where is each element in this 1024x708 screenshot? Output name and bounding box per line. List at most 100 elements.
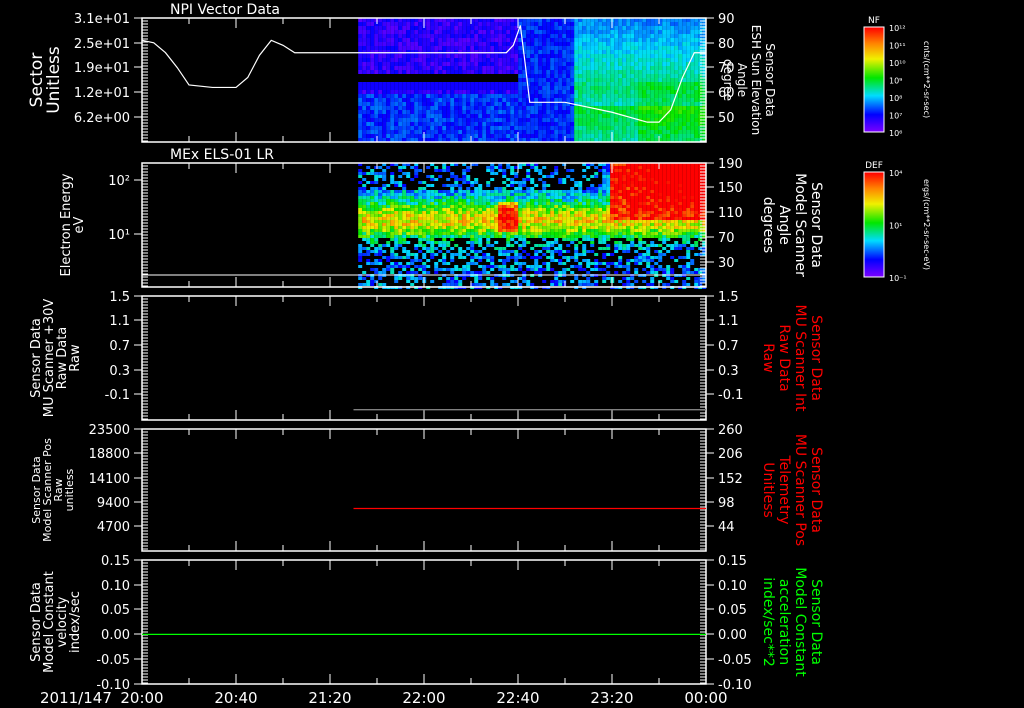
spectrogram-cell: [570, 235, 575, 238]
spectrogram-cell: [630, 94, 635, 98]
spectrogram-cell: [382, 184, 387, 187]
spectrogram-cell: [558, 226, 563, 229]
spectrogram-cell: [678, 54, 683, 58]
spectrogram-cell: [586, 178, 591, 181]
spectrogram-cell: [594, 90, 599, 94]
spectrogram-cell: [390, 54, 395, 58]
spectrogram-cell: [502, 253, 507, 256]
panel-2: 10²10¹1901501107030MEx ELS-01 LRElectron…: [59, 147, 931, 289]
spectrogram-cell: [578, 130, 583, 134]
spectrogram-cell: [446, 54, 451, 58]
spectrogram-cell: [594, 34, 599, 38]
spectrogram-cell: [514, 70, 519, 74]
spectrogram-cell: [618, 181, 623, 184]
spectrogram-cell: [486, 199, 491, 202]
spectrogram-cell: [502, 126, 507, 130]
spectrogram-cell: [490, 102, 495, 106]
spectrogram-cell: [450, 190, 455, 193]
spectrogram-cell: [594, 26, 599, 30]
spectrogram-cell: [586, 283, 591, 286]
spectrogram-cell: [526, 46, 531, 50]
spectrogram-cell: [566, 268, 571, 271]
spectrogram-cell: [470, 86, 475, 90]
spectrogram-cell: [422, 268, 427, 271]
colorbar-band: [864, 57, 884, 58]
colorbar-band: [864, 36, 884, 37]
spectrogram-cell: [430, 90, 435, 94]
spectrogram-cell: [562, 74, 567, 78]
spectrogram-cell: [562, 66, 567, 70]
spectrogram-cell: [674, 102, 679, 106]
spectrogram-cell: [386, 223, 391, 226]
spectrogram-cell: [566, 202, 571, 205]
spectrogram-cell: [586, 214, 591, 217]
spectrogram-cell: [558, 229, 563, 232]
spectrogram-cell: [594, 265, 599, 268]
spectrogram-cell: [386, 22, 391, 26]
spectrogram-cell: [634, 193, 639, 196]
spectrogram-cell: [482, 34, 487, 38]
spectrogram-cell: [486, 82, 491, 86]
spectrogram-cell: [450, 62, 455, 66]
spectrogram-cell: [682, 126, 687, 130]
spectrogram-cell: [598, 78, 603, 82]
spectrogram-cell: [458, 22, 463, 26]
spectrogram-cell: [418, 265, 423, 268]
spectrogram-cell: [378, 126, 383, 130]
spectrogram-cell: [590, 250, 595, 253]
spectrogram-cell: [366, 134, 371, 138]
spectrogram-cell: [394, 184, 399, 187]
spectrogram-cell: [426, 196, 431, 199]
spectrogram-cell: [426, 184, 431, 187]
spectrogram-cell: [482, 229, 487, 232]
spectrogram-cell: [502, 217, 507, 220]
spectrogram-cell: [630, 110, 635, 114]
spectrogram-cell: [466, 114, 471, 118]
spectrogram-cell: [534, 259, 539, 262]
spectrogram-cell: [490, 202, 495, 205]
spectrogram-cell: [538, 256, 543, 259]
spectrogram-cell: [370, 70, 375, 74]
spectrogram-cell: [530, 98, 535, 102]
spectrogram-cell: [610, 78, 615, 82]
spectrogram-cell: [518, 196, 523, 199]
spectrogram-cell: [406, 126, 411, 130]
spectrogram-cell: [682, 26, 687, 30]
spectrogram-cell: [402, 62, 407, 66]
spectrogram-cell: [406, 199, 411, 202]
spectrogram-cell: [530, 265, 535, 268]
spectrogram-cell: [482, 130, 487, 134]
spectrogram-cell: [546, 199, 551, 202]
spectrogram-cell: [510, 235, 515, 238]
spectrogram-cell: [542, 187, 547, 190]
spectrogram-cell: [406, 256, 411, 259]
spectrogram-cell: [626, 259, 631, 262]
spectrogram-cell: [474, 220, 479, 223]
spectrogram-cell: [458, 90, 463, 94]
spectrogram-cell: [638, 134, 643, 138]
spectrogram-cell: [426, 241, 431, 244]
spectrogram-cell: [382, 46, 387, 50]
spectrogram-cell: [634, 250, 639, 253]
spectrogram-cell: [578, 118, 583, 122]
spectrogram-cell: [362, 22, 367, 26]
spectrogram-cell: [574, 220, 579, 223]
spectrogram-cell: [518, 211, 523, 214]
spectrogram-cell: [466, 211, 471, 214]
spectrogram-cell: [602, 196, 607, 199]
spectrogram-cell: [634, 34, 639, 38]
spectrogram-cell: [378, 70, 383, 74]
spectrogram-cell: [374, 58, 379, 62]
spectrogram-cell: [590, 214, 595, 217]
spectrogram-cell: [550, 202, 555, 205]
spectrogram-cell: [558, 211, 563, 214]
spectrogram-cell: [394, 70, 399, 74]
spectrogram-cell: [506, 58, 511, 62]
spectrogram-cell: [454, 26, 459, 30]
spectrogram-cell: [486, 232, 491, 235]
spectrogram-cell: [654, 82, 659, 86]
spectrogram-cell: [366, 253, 371, 256]
spectrogram-cell: [506, 62, 511, 66]
spectrogram-cell: [610, 205, 615, 208]
spectrogram-cell: [474, 34, 479, 38]
